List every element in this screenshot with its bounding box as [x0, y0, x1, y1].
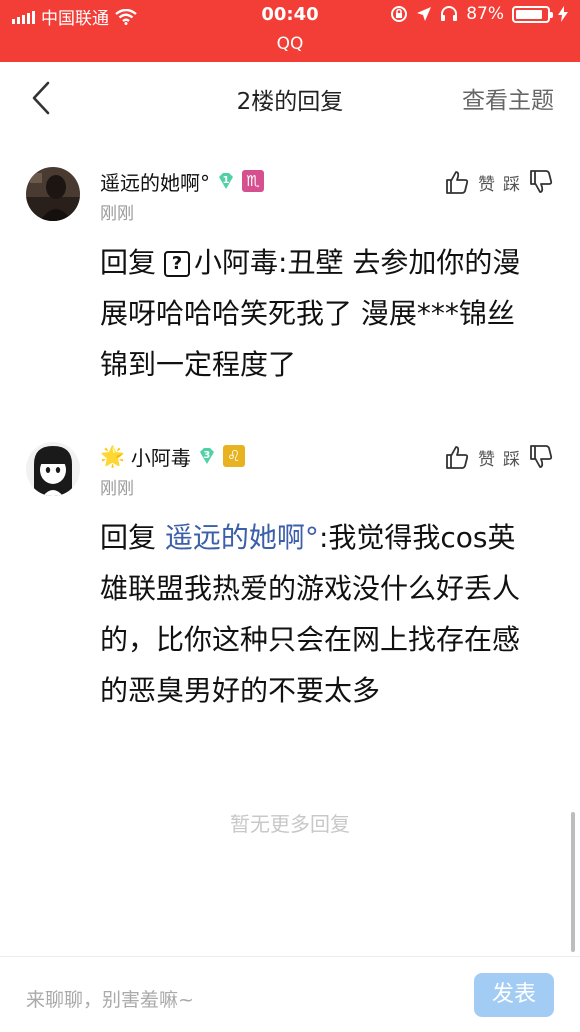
username[interactable]: 遥远的她啊° [100, 167, 210, 196]
like-label[interactable]: 赞 [478, 170, 495, 195]
dislike-label[interactable]: 踩 [503, 170, 520, 195]
thumbs-up-icon[interactable] [444, 169, 470, 195]
reply-target[interactable]: 遥远的她啊° [165, 521, 319, 554]
user-info: 🌟 小阿毒 3 ♌ [100, 442, 245, 470]
view-topic-button[interactable]: 查看主题 [462, 81, 554, 115]
status-bar: 中国联通 00:40 87% QQ [0, 0, 580, 62]
status-right: 87% [390, 4, 568, 24]
user-info: 遥远的她啊° 1 ♏ [100, 167, 264, 195]
comment-actions: 赞踩 [444, 444, 554, 470]
avatar[interactable] [26, 442, 80, 496]
unknown-emoji-icon: ? [164, 251, 191, 277]
send-button[interactable]: 发表 [474, 973, 554, 1017]
zodiac-badge: ♏ [242, 170, 264, 192]
avatar[interactable] [26, 167, 80, 221]
thumbs-down-icon[interactable] [528, 444, 554, 470]
headphones-icon [441, 6, 458, 21]
comment-body: 回复 遥远的她啊°:我觉得我cos英雄联盟我热爱的游戏没什么好丢人的，比你这种只… [100, 512, 540, 716]
status-app-name: QQ [276, 34, 304, 54]
level-number: 1 [222, 174, 230, 186]
no-more-replies: 暂无更多回复 [230, 812, 350, 836]
reply-prefix: 回复 [100, 521, 157, 554]
comment-actions: 赞踩 [444, 169, 554, 195]
level-badge: 1 [216, 171, 236, 191]
charging-icon [558, 6, 568, 22]
level-badge: 3 [197, 446, 217, 466]
thumbs-up-icon[interactable] [444, 444, 470, 470]
comment-body: 回复? 小阿毒:丑壁 去参加你的漫展呀哈哈哈笑死我了 漫展***锦丝锦到一定程度了 [100, 237, 540, 390]
scrollbar[interactable] [571, 812, 575, 952]
battery-level [516, 9, 543, 19]
dislike-label[interactable]: 踩 [503, 445, 520, 470]
reply-input-bar: 来聊聊，别害羞嘛~ 发表 [0, 956, 580, 1032]
reply-input[interactable]: 来聊聊，别害羞嘛~ [26, 985, 194, 1012]
comment-time: 刚刚 [100, 204, 134, 224]
comment-time: 刚刚 [100, 479, 134, 499]
zodiac-badge: ♌ [222, 445, 245, 467]
thumbs-down-icon[interactable] [528, 169, 554, 195]
username[interactable]: 小阿毒 [131, 442, 191, 471]
level-number: 3 [203, 449, 211, 461]
rotation-lock-icon [391, 6, 408, 22]
battery-icon [512, 5, 553, 23]
like-label[interactable]: 赞 [478, 445, 495, 470]
location-icon [417, 7, 432, 21]
reply-prefix: 回复 [100, 246, 157, 279]
reply-target[interactable]: 小阿毒 [194, 246, 278, 279]
nav-bar: 2楼的回复 查看主题 [0, 62, 580, 132]
battery-percent: 87% [466, 4, 504, 24]
star-badge-icon: 🌟 [100, 444, 125, 468]
